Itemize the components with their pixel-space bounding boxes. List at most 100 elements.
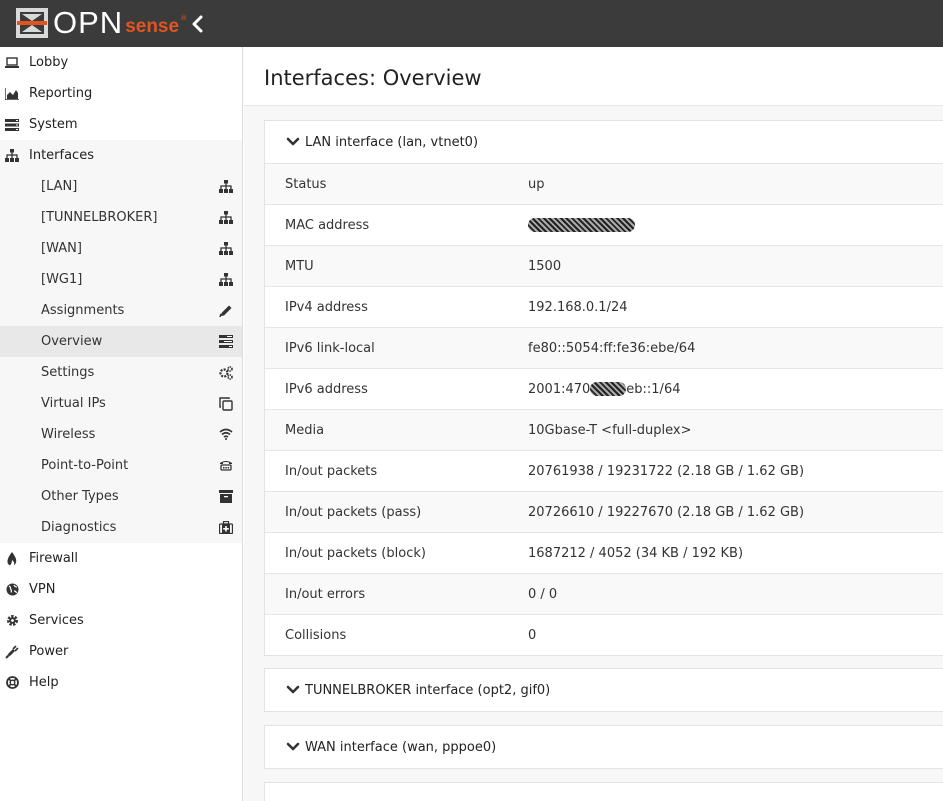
registered-mark: ® — [180, 14, 188, 22]
sidebar-item-label: [WG1] — [41, 272, 83, 287]
row-label: In/out packets — [285, 463, 378, 479]
sidebar-item-label: [LAN] — [41, 179, 78, 194]
interfaces-submenu: [LAN] [TUNNELBROKER] [WAN] [WG1] Assignm… — [0, 171, 242, 543]
table-row: IPv6 address 2001:470 eb::1/64 — [265, 368, 943, 409]
row-label: In/out packets (block) — [285, 545, 426, 561]
top-bar: OPN sense ® — [0, 0, 943, 47]
interface-panel-wan: WAN interface (wan, pppoe0) — [264, 725, 943, 769]
opnsense-logo[interactable]: OPN sense ® — [16, 6, 187, 40]
sidebar-item-lobby[interactable]: Lobby — [0, 47, 242, 78]
redacted-mac-address — [528, 218, 635, 232]
sidebar-item-wg1[interactable]: [WG1] — [0, 264, 242, 295]
sidebar-item-label: Power — [29, 644, 69, 659]
sitemap-icon — [219, 180, 233, 194]
row-value — [528, 218, 635, 233]
brand-name-primary: OPN — [53, 5, 124, 40]
panel-header-tunnelbroker[interactable]: TUNNELBROKER interface (opt2, gif0) — [265, 669, 943, 711]
opnsense-mark-icon — [16, 8, 48, 38]
tasks-icon — [219, 335, 233, 349]
row-value: 192.168.0.1/24 — [528, 299, 628, 315]
row-label: MAC address — [285, 217, 370, 233]
sidebar-item-label: Lobby — [29, 55, 69, 70]
sidebar-item-label: [TUNNELBROKER] — [41, 210, 158, 225]
row-value: 0 / 0 — [528, 586, 558, 602]
pencil-icon — [219, 304, 233, 318]
page-header: Interfaces: Overview — [244, 47, 943, 106]
sidebar-item-label: Virtual IPs — [41, 396, 106, 411]
sidebar-item-label: Overview — [41, 334, 103, 349]
panel-title: TUNNELBROKER interface (opt2, gif0) — [305, 682, 551, 698]
sidebar-item-label: [WAN] — [41, 241, 82, 256]
sidebar-item-overview[interactable]: Overview — [0, 326, 242, 357]
clone-icon — [219, 397, 233, 411]
globe-icon — [5, 583, 19, 597]
row-value: 2001:470 eb::1/64 — [528, 382, 680, 397]
sidebar-item-label: Wireless — [41, 427, 96, 442]
panel-header-wan[interactable]: WAN interface (wan, pppoe0) — [265, 726, 943, 768]
sidebar-item-reporting[interactable]: Reporting — [0, 78, 242, 109]
panel-title: LAN interface (lan, vtnet0) — [305, 134, 479, 150]
sidebar-item-help[interactable]: Help — [0, 667, 242, 698]
sidebar-item-interfaces[interactable]: Interfaces — [0, 140, 242, 171]
panel-header-lan[interactable]: LAN interface (lan, vtnet0) — [265, 121, 943, 163]
redacted-ipv6-segment — [590, 382, 627, 396]
medkit-icon — [219, 521, 233, 535]
sidebar-item-diagnostics[interactable]: Diagnostics — [0, 512, 242, 543]
sidebar-item-system[interactable]: System — [0, 109, 242, 140]
area-chart-icon — [5, 87, 19, 101]
chevron-down-icon — [286, 740, 300, 754]
row-label: In/out errors — [285, 586, 366, 602]
sitemap-icon — [219, 273, 233, 287]
row-label: MTU — [285, 258, 314, 274]
table-row: In/out packets 20761938 / 19231722 (2.18 … — [265, 450, 943, 491]
row-value: 10Gbase-T <full-duplex> — [528, 422, 692, 438]
sidebar-item-point-to-point[interactable]: Point-to-Point — [0, 450, 242, 481]
sidebar-item-label: System — [29, 117, 78, 132]
table-row: In/out errors 0 / 0 — [265, 573, 943, 614]
interface-panel-lan: LAN interface (lan, vtnet0) Status up MAC… — [264, 120, 943, 656]
sidebar-item-settings[interactable]: Settings — [0, 357, 242, 388]
page-title: Interfaces: Overview — [264, 66, 482, 90]
table-row: Collisions 0 — [265, 614, 943, 655]
sidebar-item-firewall[interactable]: Firewall — [0, 543, 242, 574]
sidebar-item-assignments[interactable]: Assignments — [0, 295, 242, 326]
sidebar-item-vpn[interactable]: VPN — [0, 574, 242, 605]
wifi-icon — [219, 428, 233, 442]
row-label: IPv4 address — [285, 299, 368, 315]
panel-header-next[interactable] — [265, 783, 943, 801]
row-value: up — [528, 176, 545, 192]
sidebar-item-label: Diagnostics — [41, 520, 117, 535]
sidebar-item-label: Firewall — [29, 551, 79, 566]
phone-icon — [219, 459, 233, 473]
panel-title: WAN interface (wan, pppoe0) — [305, 739, 497, 755]
row-value: 1500 — [528, 258, 562, 274]
sidebar-collapse-button[interactable] — [189, 14, 207, 34]
sidebar-item-label: Settings — [41, 365, 95, 380]
laptop-icon — [5, 56, 19, 70]
interface-panel-next — [264, 782, 943, 801]
sidebar-item-other-types[interactable]: Other Types — [0, 481, 242, 512]
sitemap-icon — [5, 149, 19, 163]
sidebar-item-label: Point-to-Point — [41, 458, 129, 473]
sidebar-item-wireless[interactable]: Wireless — [0, 419, 242, 450]
table-row: Status up — [265, 163, 943, 204]
interface-panel-tunnelbroker: TUNNELBROKER interface (opt2, gif0) — [264, 668, 943, 712]
sidebar-item-services[interactable]: Services — [0, 605, 242, 636]
chevron-down-icon — [286, 683, 300, 697]
sidebar-item-label: Other Types — [41, 489, 119, 504]
sidebar-item-power[interactable]: Power — [0, 636, 242, 667]
sidebar-item-tunnelbroker[interactable]: [TUNNELBROKER] — [0, 202, 242, 233]
sidebar-item-wan[interactable]: [WAN] — [0, 233, 242, 264]
sidebar-item-lan[interactable]: [LAN] — [0, 171, 242, 202]
row-value: 0 — [528, 627, 537, 643]
life-ring-icon — [5, 676, 19, 690]
gears-icon — [219, 366, 233, 380]
sitemap-icon — [219, 211, 233, 225]
plug-icon — [5, 644, 19, 659]
table-row: MTU 1500 — [265, 245, 943, 286]
sidebar-item-virtual-ips[interactable]: Virtual IPs — [0, 388, 242, 419]
ipv6-prefix: 2001:470 — [528, 381, 591, 397]
sidebar-item-label: Interfaces — [29, 148, 94, 163]
row-value: 1687212 / 4052 (34 KB / 192 KB) — [528, 545, 744, 561]
interface-details-table: Status up MAC address MTU 1500 IPv4 addres… — [265, 163, 943, 655]
